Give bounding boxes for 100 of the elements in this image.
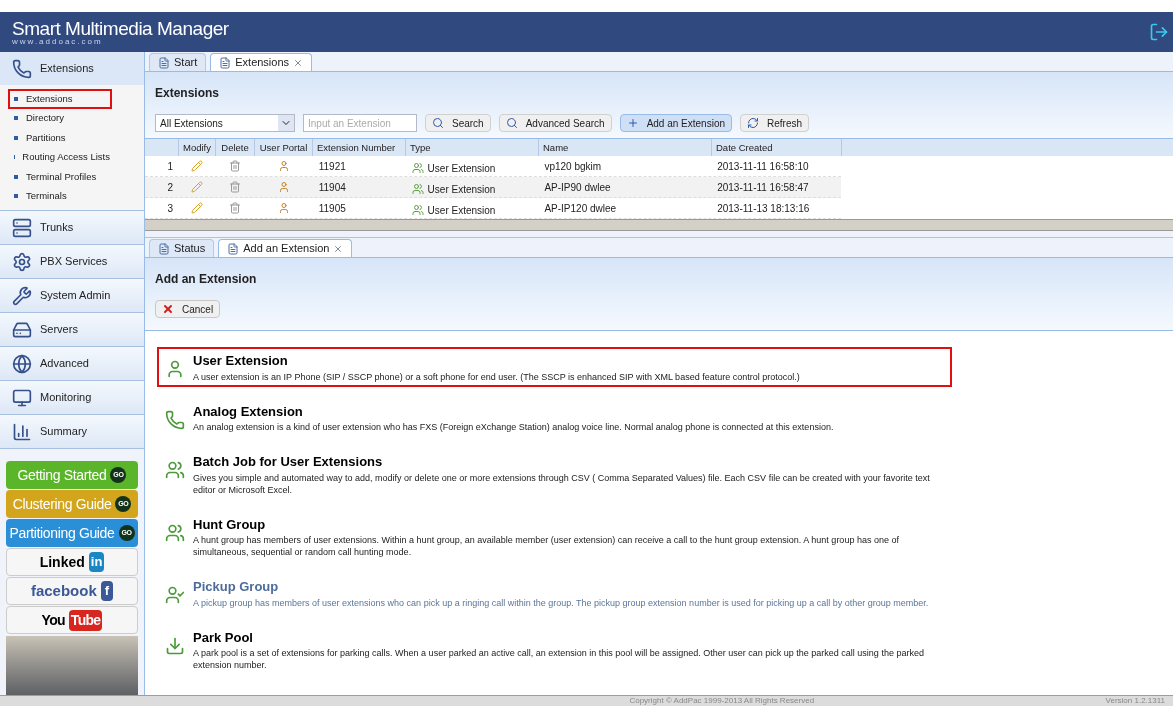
trash-icon[interactable]	[229, 160, 242, 172]
option-title: Batch Job for User Extensions	[193, 453, 384, 471]
close-icon[interactable]	[293, 57, 304, 68]
users-icon	[411, 183, 424, 195]
wrench-icon	[12, 285, 32, 306]
trash-icon[interactable]	[229, 202, 242, 214]
sidebar-item[interactable]: Extensions	[8, 89, 112, 109]
table-cell-text: User Extension	[427, 161, 496, 176]
users-icon	[165, 460, 185, 480]
filter-dropdown[interactable]: All Extensions	[155, 114, 295, 132]
document-icon	[227, 242, 240, 255]
bar-chart-icon	[12, 421, 32, 442]
table-cell-text: vp120 bgkim	[543, 159, 603, 174]
table-cell-text: 2013-11-11 16:58:10	[716, 159, 810, 174]
row-number: 1	[166, 159, 174, 174]
close-icon[interactable]	[333, 243, 344, 254]
table-row[interactable]: 2 11904 User Extension AP-IP90 dwlee 2013-11-11 16:58:47	[145, 177, 841, 198]
server-icon	[12, 217, 32, 238]
option-description: A pickup group has members of user extensions who can pick up a ringing call within the group. The pickup group extension number is used for picking up a call by other group member.	[193, 596, 929, 609]
edit-icon[interactable]	[191, 202, 204, 214]
option-item[interactable]: Pickup Group A pickup group has members of user extensions who can pick up a ringing call within the group. The pickup group extension number is used for picking up a call by other group member.	[157, 573, 952, 613]
user-icon[interactable]	[277, 181, 290, 193]
sidebar-section[interactable]: Advanced	[0, 347, 144, 380]
toolbar-button[interactable]: Search	[425, 114, 491, 132]
cancel-button[interactable]: Cancel	[155, 300, 221, 318]
tab[interactable]: Extensions	[210, 53, 313, 71]
users-icon	[411, 162, 424, 174]
option-description: An analog extension is a kind of user extension who has FXS (Foreign eXchange Station) analog voice line. Normal analog phone is connected at this extension.	[193, 421, 834, 433]
gear-icon	[12, 251, 32, 272]
row-number: 3	[166, 201, 174, 216]
table-cell-text: 11905	[317, 201, 347, 216]
social-button[interactable]: Linked in	[6, 548, 138, 576]
user-icon	[165, 359, 185, 379]
table-cell-text: AP-IP120 dwlee	[543, 201, 618, 216]
search-icon	[432, 117, 444, 129]
copyright-text: Copyright © AddPac 1999-2013 All Rights Reserved	[628, 695, 815, 706]
table-cell-text: 2013-11-11 16:58:47	[716, 180, 810, 195]
logout-icon[interactable]	[1149, 22, 1169, 42]
option-description: A park pool is a set of extensions for parking calls. When a user parked an active call, an extension in this pool will be assigned. Other user can pick up the parked call using the parked extension number.	[193, 647, 925, 671]
user-check-icon	[165, 585, 185, 605]
tab[interactable]: Start	[149, 53, 207, 71]
app-title: Smart Multimedia Manager	[12, 18, 229, 38]
sidebar-section[interactable]: Trunks	[0, 211, 144, 244]
version-text: Version 1.2.1311	[1105, 695, 1165, 706]
option-title: Pickup Group	[193, 578, 280, 596]
sidebar-section[interactable]: System Admin	[0, 279, 144, 312]
table-cell-text: 11921	[317, 159, 347, 174]
app-url: www.addoac.com	[12, 37, 104, 46]
option-title: User Extension	[193, 352, 289, 370]
panel-title: Add an Extension	[154, 271, 258, 288]
edit-icon[interactable]	[191, 181, 204, 193]
splitter-bar[interactable]	[145, 231, 1173, 238]
phone-icon	[12, 58, 32, 79]
option-item[interactable]: Analog Extension An analog extension is a kind of user extension who has FXS (Foreign eXchange Station) analog voice line. Normal analog phone is connected at this extension.	[157, 397, 952, 437]
option-item[interactable]: User Extension A user extension is an IP Phone (SIP / SSCP phone) or a soft phone for end user. (The SSCP is enhanced SIP with XML based feature control protocol.)	[157, 347, 952, 387]
sidebar-section[interactable]: Monitoring	[0, 381, 144, 414]
refresh-icon	[747, 117, 760, 129]
option-title: Analog Extension	[193, 402, 304, 421]
table-cell-text: User Extension	[427, 182, 496, 197]
table-cell-text: 11904	[317, 180, 347, 195]
phone-icon	[165, 409, 185, 430]
row-number: 2	[166, 180, 174, 195]
option-description: Gives you simple and automated way to add, modify or delete one or more extensions through CSV ( Comma Separated Values) file. Each CSV file can be created with your favorite text editor or Microsoft Excel.	[193, 471, 931, 496]
extension-input-field[interactable]: Input an Extension	[303, 114, 417, 132]
monitor-icon	[12, 387, 32, 408]
toolbar-button[interactable]: Advanced Search	[498, 114, 612, 132]
sidebar-item[interactable]: Terminals	[8, 186, 112, 206]
toolbar-button[interactable]: Add an Extension	[619, 114, 733, 132]
sidebar-section[interactable]: Servers	[0, 313, 144, 346]
sidebar-item[interactable]: Directory	[8, 108, 112, 128]
sidebar-section[interactable]: Summary	[0, 415, 144, 448]
trash-icon[interactable]	[229, 181, 242, 193]
document-icon	[158, 56, 170, 69]
table-cell-text: AP-IP90 dwlee	[543, 180, 612, 195]
edit-icon[interactable]	[191, 160, 204, 172]
user-icon[interactable]	[277, 202, 290, 214]
tab[interactable]: Add an Extension	[218, 239, 353, 257]
option-description: A user extension is an IP Phone (SIP / SSCP phone) or a soft phone for end user. (The SSCP is enhanced SIP with XML based feature control protocol.)	[193, 370, 800, 383]
sidebar-section[interactable]: Extensions	[0, 52, 144, 85]
toolbar-button[interactable]: Refresh	[740, 114, 810, 132]
option-title: Park Pool	[193, 628, 254, 647]
sidebar-item[interactable]: Terminal Profiles	[8, 167, 112, 187]
table-cell-text: 2013-11-13 18:13:16	[716, 201, 811, 216]
download-icon	[165, 635, 185, 656]
sidebar-item[interactable]: Routing Access Lists	[8, 147, 112, 167]
document-icon	[219, 56, 232, 69]
document-icon	[158, 242, 170, 255]
social-button[interactable]: You Tube	[6, 606, 138, 634]
sidebar-item[interactable]: Partitions	[8, 128, 112, 148]
panel-title: Extensions	[154, 85, 221, 102]
option-description: A hunt group has members of user extensions. Within a hunt group, an available member (user extension) can receive a call to the hunt group extension. A hunt group has one of simultaneous, sequential or random call hunting mode.	[193, 534, 900, 558]
users-icon	[165, 522, 185, 543]
search-icon	[505, 117, 518, 129]
close-icon	[162, 303, 174, 315]
horizontal-scrollbar[interactable]	[145, 219, 1173, 231]
user-icon[interactable]	[277, 160, 290, 172]
table-cell-text: User Extension	[427, 203, 496, 218]
sidebar-section[interactable]: PBX Services	[0, 245, 144, 278]
social-button[interactable]: facebook f	[6, 577, 138, 605]
tab[interactable]: Status	[149, 239, 215, 257]
